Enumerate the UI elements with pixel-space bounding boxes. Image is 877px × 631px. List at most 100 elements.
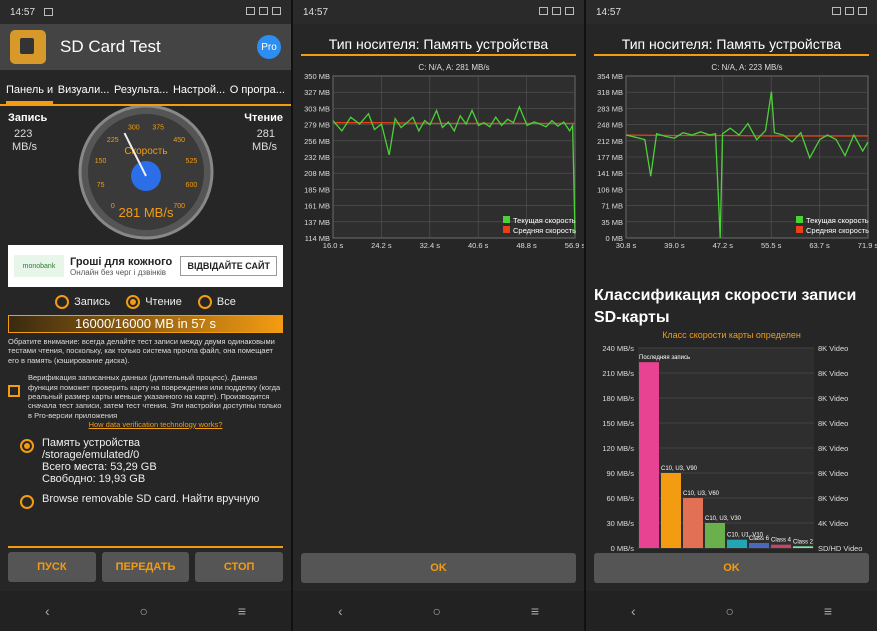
home-icon[interactable]: ○: [140, 603, 148, 619]
x-tick-label: 30.8 s: [616, 241, 637, 250]
verify-help-link[interactable]: How data verification technology works?: [28, 420, 283, 429]
x-tick-label: 16.0 s: [323, 241, 344, 250]
x-tick-label: 55.5 s: [761, 241, 782, 250]
ok-button[interactable]: OK: [301, 553, 576, 583]
mode-all-radio[interactable]: Все: [197, 295, 236, 309]
tab-settings[interactable]: Настрой...: [173, 84, 225, 104]
y-tick-label: 71 MB: [601, 202, 623, 211]
right-tick-label: SD/HD Video: [818, 544, 862, 553]
y-tick-label: 354 MB: [597, 72, 623, 81]
bar-label: C10, U3, V60: [683, 491, 720, 497]
read-speed-chart: C: N/A, A: 281 MB/s 350 MB 327 MB 303 MB 279…: [304, 63, 584, 250]
mode-read-radio[interactable]: Чтение: [126, 295, 182, 309]
browse-sd-option[interactable]: Browse removable SD card. Найти вручную: [0, 489, 291, 513]
speed-gauge: 075150225300 375450525600700 Скорость 281…: [78, 106, 214, 240]
menu-icon[interactable]: ≡: [531, 603, 539, 619]
chart-subtitle: C: N/A, A: 223 MB/s: [711, 63, 782, 72]
menu-icon[interactable]: ≡: [238, 603, 246, 619]
signal-icon: [552, 6, 561, 15]
home-icon[interactable]: ○: [726, 603, 734, 619]
bar: [705, 523, 725, 549]
back-icon[interactable]: ‹: [338, 603, 343, 619]
y-tick-label: 141 MB: [597, 169, 623, 178]
tab-dashboard[interactable]: Панель и: [6, 84, 54, 104]
home-icon[interactable]: ○: [433, 603, 441, 619]
legend-label: Текущая скорость: [806, 216, 869, 225]
y-tick-label: 177 MB: [597, 153, 623, 162]
bar: [639, 362, 659, 549]
verify-checkbox[interactable]: [8, 385, 20, 398]
radio-icon: [55, 295, 70, 309]
mode-write-radio[interactable]: Запись: [55, 295, 110, 309]
status-time: 14:57: [10, 6, 36, 18]
system-nav-bar: ‹ ○ ≡: [0, 591, 291, 631]
y-tick-label: 137 MB: [304, 218, 330, 227]
pro-button[interactable]: Pro: [257, 35, 281, 59]
mode-read-label: Чтение: [145, 296, 182, 308]
chart-title: Тип носителя: Память устройства: [621, 36, 842, 52]
cache-note: Обратите внимание: всегда делайте тест з…: [8, 337, 275, 365]
y-tick-label: 120 MB/s: [602, 444, 634, 453]
y-tick-label: 0 MB/s: [611, 544, 635, 553]
sd-card-app-icon: [10, 30, 46, 64]
notification-icon: [44, 8, 54, 16]
y-tick-label: 212 MB: [597, 137, 623, 146]
bar-label: Class 2: [793, 540, 814, 546]
storage-path: /storage/emulated/0: [42, 449, 140, 462]
radio-checked-icon: [126, 295, 141, 309]
ad-visit-button[interactable]: ВІДВІДАЙТЕ САЙТ: [180, 256, 277, 276]
ad-banner[interactable]: monobank Гроші для кожного украї Онлайн …: [8, 245, 283, 287]
bar: [771, 544, 791, 549]
ok-button[interactable]: OK: [594, 553, 869, 583]
bar: [749, 543, 769, 549]
wifi-icon: [832, 6, 841, 15]
gauge-tick-label: 0: [111, 203, 115, 210]
y-tick-label: 60 MB/s: [606, 494, 634, 503]
bar: [661, 473, 681, 549]
gauge-tick-label: 75: [97, 182, 105, 189]
radio-checked-icon: [20, 439, 34, 454]
status-time: 14:57: [596, 6, 622, 18]
back-icon[interactable]: ‹: [631, 603, 636, 619]
verify-option: Верификация записанных данных (длительны…: [0, 369, 291, 433]
y-tick-label: 327 MB: [304, 88, 330, 97]
gauge-tick-label: 300: [128, 125, 140, 132]
start-button[interactable]: ПУСК: [8, 552, 96, 582]
menu-icon[interactable]: ≡: [824, 603, 832, 619]
y-tick-label: 279 MB: [304, 121, 330, 130]
back-icon[interactable]: ‹: [45, 603, 50, 619]
stop-button[interactable]: СТОП: [195, 552, 284, 582]
status-bar: 14:57: [0, 0, 291, 24]
radio-icon: [197, 295, 212, 309]
radio-icon: [20, 495, 34, 510]
gauge-tick-label: 525: [186, 158, 198, 165]
y-tick-label: 161 MB: [304, 202, 330, 211]
tab-results[interactable]: Результа...: [114, 84, 168, 104]
speed-gauge-area: Запись 223 MB/s Чтение 281 MB/s 0 75 150 22…: [0, 106, 291, 241]
y-tick-label: 185 MB: [304, 185, 330, 194]
action-buttons: ПУСК ПЕРЕДАТЬ СТОП: [0, 552, 291, 582]
test-progress-bar: 16000/16000 MB in 57 s: [8, 315, 283, 333]
system-nav-bar: ‹ ○ ≡: [293, 591, 584, 631]
write-chart-screen: 14:57 Тип носителя: Память устройства C:…: [586, 0, 877, 631]
y-tick-label: 283 MB: [597, 104, 623, 113]
divider: [8, 546, 283, 548]
right-tick-label: 4K Video: [818, 519, 848, 528]
chart-subtitle: C: N/A, A: 281 MB/s: [418, 63, 489, 72]
y-tick-label: 248 MB: [597, 121, 623, 130]
tab-visualization[interactable]: Визуали...: [58, 84, 110, 104]
storage-device-option[interactable]: Память устройства /storage/emulated/0 Вс…: [0, 433, 291, 489]
read-chart-screen: 14:57 Тип носителя: Память устройства C:…: [293, 0, 584, 631]
right-tick-label: 8K Video: [818, 344, 848, 353]
bar-label: C10, U3, V90: [661, 466, 698, 472]
share-button[interactable]: ПЕРЕДАТЬ: [101, 552, 190, 582]
y-tick-label: 208 MB: [304, 169, 330, 178]
gauge-tick-label: 600: [186, 182, 198, 189]
bar-label: Class 6: [749, 536, 770, 542]
legend-swatch: [796, 226, 803, 233]
main-panel-screen: 14:57 SD Card Test Pro Панель и Визуали.…: [0, 0, 291, 631]
status-bar: 14:57: [586, 0, 877, 24]
tab-about[interactable]: О програ...: [230, 84, 285, 104]
status-bar: 14:57: [293, 0, 584, 24]
progress-text: 16000/16000 MB in 57 s: [75, 316, 216, 331]
